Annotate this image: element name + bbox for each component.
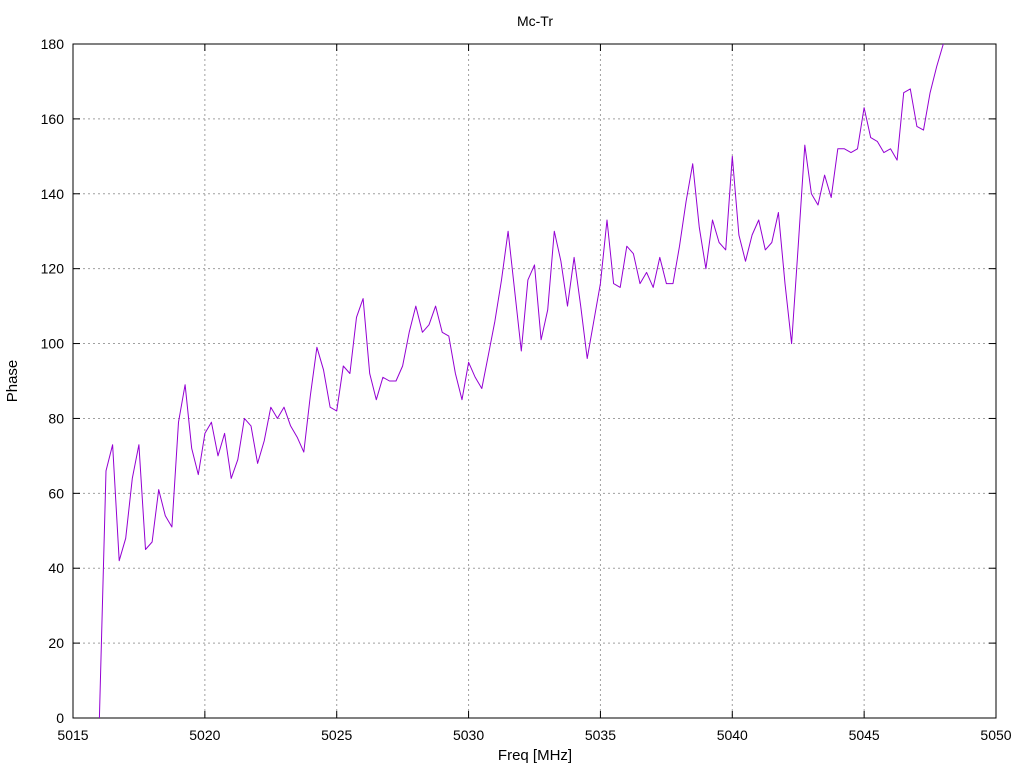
- x-tick-label: 5045: [849, 727, 880, 743]
- y-tick-label: 60: [48, 485, 64, 501]
- y-tick-label: 160: [41, 111, 65, 127]
- y-tick-label: 180: [41, 36, 65, 52]
- series-line: [98, 43, 944, 719]
- series-layer: [98, 43, 944, 719]
- x-tick-label: 5025: [321, 727, 352, 743]
- y-tick-label: 0: [56, 710, 64, 726]
- y-tick-label: 40: [48, 560, 64, 576]
- y-tick-label: 20: [48, 635, 64, 651]
- x-tick-labels: 5015 5020 5025 5030 5035 5040 5045 5050: [57, 727, 1011, 743]
- grid: [73, 44, 996, 718]
- chart-title: Mc-Tr: [517, 13, 553, 29]
- y-tick-label: 140: [41, 186, 65, 202]
- y-tick-label: 100: [41, 336, 65, 352]
- phase-chart: 5015 5020 5025 5030 5035 5040 5045 5050 0 20 40 60…: [4, 13, 1012, 764]
- x-tick-label: 5050: [980, 727, 1011, 743]
- x-tick-label: 5035: [585, 727, 616, 743]
- y-axis-title: Phase: [4, 360, 21, 403]
- x-tick-label: 5015: [57, 727, 88, 743]
- x-tick-label: 5030: [453, 727, 484, 743]
- y-tick-labels: 0 20 40 60 80 100 120 140 160 180: [41, 36, 65, 726]
- x-axis-title: Freq [MHz]: [498, 747, 572, 764]
- axis-ticks: [72, 43, 997, 719]
- y-tick-label: 120: [41, 261, 65, 277]
- plot-frame: [72, 43, 997, 719]
- x-tick-label: 5020: [189, 727, 220, 743]
- y-tick-label: 80: [48, 410, 64, 426]
- x-tick-label: 5040: [717, 727, 748, 743]
